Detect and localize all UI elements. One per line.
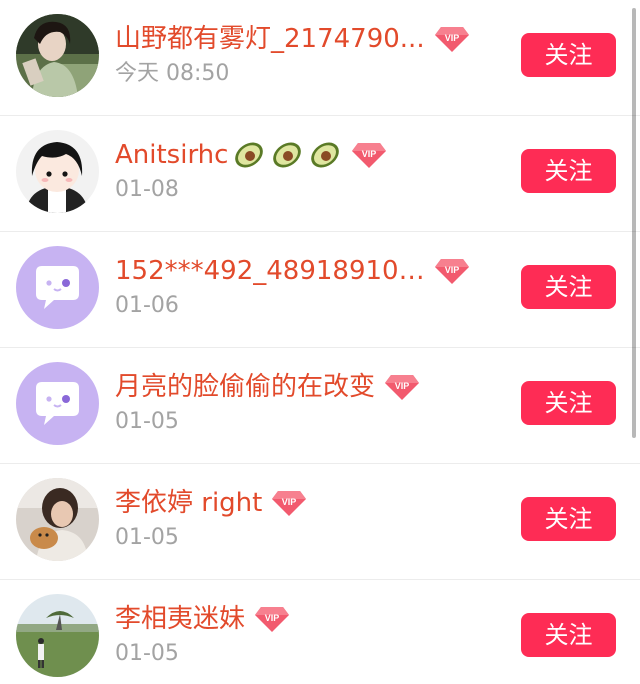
avatar[interactable]: [16, 594, 99, 677]
name-line: 李依婷 right VIP: [115, 483, 308, 523]
avocado-emoji-icon: [308, 140, 342, 170]
list-item[interactable]: 152***492_4891891070 VIP 01-06 关注: [0, 232, 640, 348]
user-name[interactable]: 152***492_4891891070: [115, 254, 425, 288]
avatar[interactable]: [16, 14, 99, 97]
follow-date: 01-05: [115, 409, 179, 434]
svg-text:VIP: VIP: [362, 149, 377, 159]
svg-text:VIP: VIP: [282, 497, 297, 507]
user-name[interactable]: 李依婷 right: [115, 486, 262, 520]
follow-date: 01-06: [115, 293, 179, 318]
vip-badge-icon: VIP: [433, 24, 471, 54]
user-name[interactable]: Anitsirhc: [115, 138, 228, 172]
follow-list: 山野都有雾灯_2174790... VIP 今天 08:50 关注 Anitsi…: [0, 0, 640, 684]
scrollbar[interactable]: [632, 8, 636, 438]
vip-badge-icon: VIP: [253, 604, 291, 634]
list-item[interactable]: Anitsirhc VIP 01-08 关注: [0, 116, 640, 232]
svg-text:VIP: VIP: [395, 381, 410, 391]
vip-badge-icon: VIP: [270, 488, 308, 518]
avatar[interactable]: [16, 246, 99, 329]
follow-button[interactable]: 关注: [521, 265, 616, 309]
avatar[interactable]: [16, 362, 99, 445]
name-line: 李相夷迷妹 VIP: [115, 599, 291, 639]
user-name[interactable]: 月亮的脸偷偷的在改变: [115, 370, 375, 404]
list-item[interactable]: 李依婷 right VIP 01-05 关注: [0, 464, 640, 580]
avocado-emoji-icon: [232, 140, 266, 170]
follow-date: 今天 08:50: [115, 61, 230, 86]
name-line: Anitsirhc VIP: [115, 135, 388, 175]
follow-date: 01-05: [115, 641, 179, 666]
vip-badge-icon: VIP: [350, 140, 388, 170]
follow-date: 01-08: [115, 177, 179, 202]
follow-button[interactable]: 关注: [521, 497, 616, 541]
follow-button[interactable]: 关注: [521, 613, 616, 657]
user-name[interactable]: 山野都有雾灯_2174790...: [115, 22, 425, 56]
name-line: 月亮的脸偷偷的在改变 VIP: [115, 367, 421, 407]
svg-text:VIP: VIP: [445, 265, 460, 275]
list-item[interactable]: 月亮的脸偷偷的在改变 VIP 01-05 关注: [0, 348, 640, 464]
list-item[interactable]: 山野都有雾灯_2174790... VIP 今天 08:50 关注: [0, 0, 640, 116]
avocado-emoji-icon: [270, 140, 304, 170]
svg-text:VIP: VIP: [444, 33, 459, 43]
follow-button[interactable]: 关注: [521, 33, 616, 77]
name-line: 152***492_4891891070 VIP: [115, 251, 471, 291]
avatar[interactable]: [16, 478, 99, 561]
follow-button[interactable]: 关注: [521, 149, 616, 193]
follow-date: 01-05: [115, 525, 179, 550]
user-name[interactable]: 李相夷迷妹: [115, 602, 245, 636]
follow-button[interactable]: 关注: [521, 381, 616, 425]
svg-text:VIP: VIP: [265, 613, 280, 623]
name-line: 山野都有雾灯_2174790... VIP: [115, 19, 471, 59]
vip-badge-icon: VIP: [383, 372, 421, 402]
list-item[interactable]: 李相夷迷妹 VIP 01-05 关注: [0, 580, 640, 684]
vip-badge-icon: VIP: [433, 256, 471, 286]
avatar[interactable]: [16, 130, 99, 213]
